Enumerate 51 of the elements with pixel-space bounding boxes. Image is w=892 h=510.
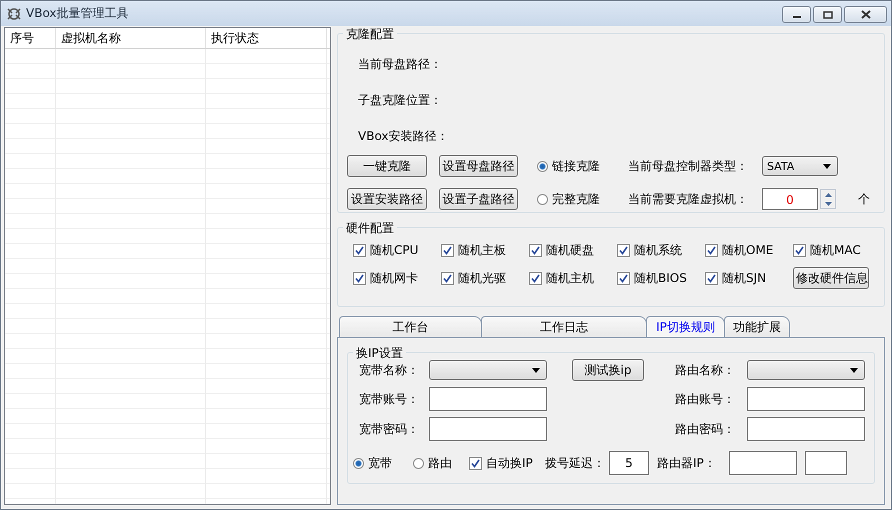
clone-button[interactable]: 一键克隆 — [347, 155, 427, 177]
tab[interactable]: IP切换规则 — [646, 316, 725, 338]
tab[interactable]: 工作台 — [339, 316, 482, 337]
field-label: 路由器IP： — [657, 454, 717, 472]
unit-label: 个 — [858, 190, 871, 208]
vm-list[interactable]: 序号 虚拟机名称 执行状态 — [4, 27, 331, 505]
field-label: 宽带名称： — [359, 362, 420, 378]
number-field[interactable]: 5 — [609, 451, 649, 475]
group-title: 换IP设置 — [353, 345, 406, 362]
field-label: 路由密码： — [675, 420, 736, 438]
group-title: 克隆配置 — [343, 26, 397, 43]
radio-button[interactable]: 完整克隆 — [537, 190, 616, 208]
path-label: VBox安装路径： — [357, 128, 450, 145]
test-button[interactable]: 测试换ip — [572, 359, 644, 381]
radio-button[interactable]: 路由 — [413, 454, 469, 472]
checkbox[interactable]: 随机OME — [705, 242, 793, 259]
checkbox[interactable]: 随机光驱 — [441, 270, 529, 286]
checkbox[interactable]: 随机主板 — [441, 242, 529, 259]
column-header[interactable]: 虚拟机名称 — [56, 28, 206, 48]
dropdown[interactable]: SATA — [762, 156, 838, 176]
radio-button[interactable]: 宽带 — [353, 454, 413, 472]
field-label: 宽带账号： — [359, 390, 420, 408]
checkbox[interactable]: 随机系统 — [617, 242, 705, 259]
column-header[interactable]: 序号 — [5, 28, 56, 48]
field-label: 当前母盘控制器类型： — [628, 158, 749, 174]
checkbox[interactable]: 随机SJN — [705, 270, 793, 286]
field-label: 宽带密码： — [359, 420, 420, 438]
checkbox[interactable]: 随机硬盘 — [529, 242, 617, 259]
set-path-button[interactable]: 设置安装路径 — [347, 188, 427, 210]
field-label: 拨号延迟： — [545, 454, 605, 472]
number-field[interactable]: 0 — [762, 188, 818, 210]
radio-button[interactable]: 链接克隆 — [537, 158, 616, 174]
tab[interactable]: 工作日志 — [481, 316, 647, 337]
checkbox[interactable]: 自动换IP — [469, 454, 545, 472]
checkbox[interactable]: 随机网卡 — [353, 270, 441, 286]
field-label: 路由名称： — [675, 362, 736, 378]
group-title: 硬件配置 — [343, 220, 397, 237]
path-label: 子盘克隆位置： — [357, 92, 443, 109]
tab[interactable]: 功能扩展 — [724, 316, 790, 337]
checkbox[interactable]: 随机CPU — [353, 242, 441, 259]
checkbox[interactable]: 随机MAC — [793, 242, 881, 259]
window-title: VBox批量管理工具 — [26, 5, 129, 22]
set-path-button[interactable]: 设置子盘路径 — [439, 188, 518, 210]
field-label: 当前需要克隆虚拟机： — [628, 190, 749, 208]
modify-hardware-button[interactable]: 修改硬件信息 — [793, 267, 869, 289]
checkbox[interactable]: 随机主机 — [529, 270, 617, 286]
path-label: 当前母盘路径： — [357, 56, 443, 73]
field-label: 路由账号： — [675, 390, 736, 408]
set-path-button[interactable]: 设置母盘路径 — [439, 155, 518, 177]
column-header[interactable]: 执行状态 — [206, 28, 327, 48]
checkbox[interactable]: 随机BIOS — [617, 270, 705, 286]
